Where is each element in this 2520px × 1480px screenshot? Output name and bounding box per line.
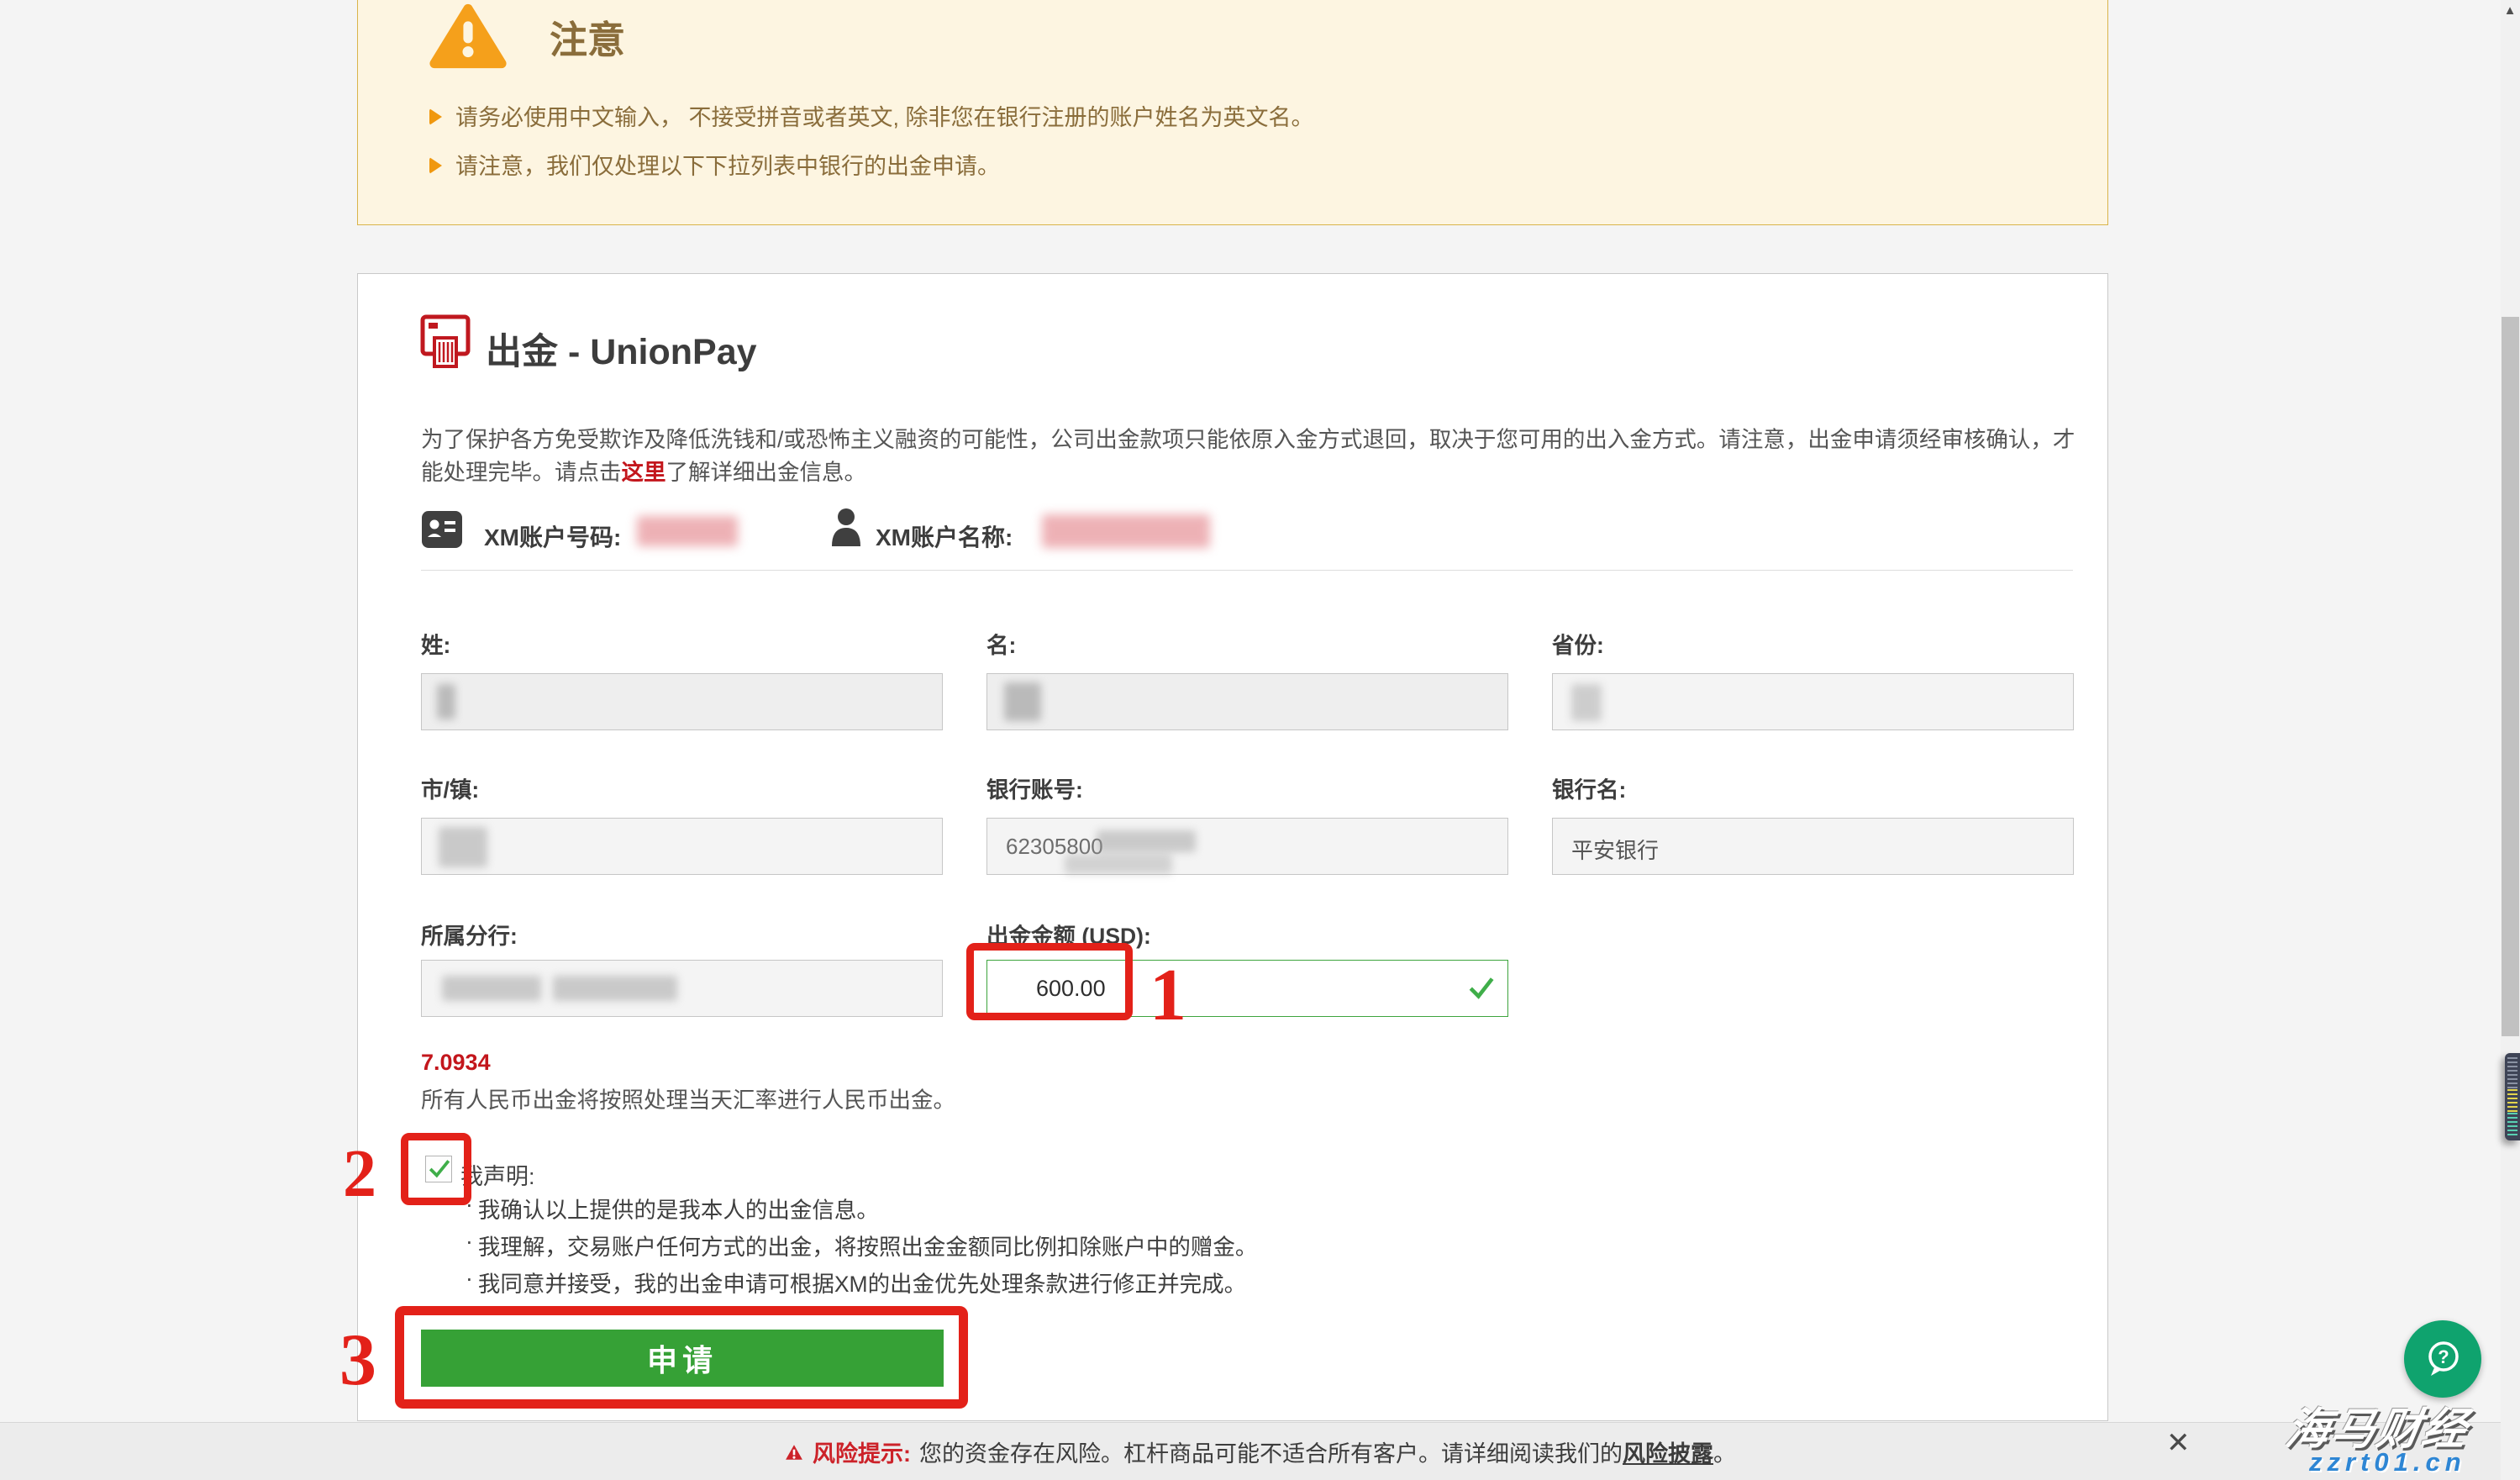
scroll-up-icon[interactable]: ▲ (2502, 3, 2518, 18)
last-name-label: 姓: (421, 627, 450, 660)
notice-bullet-text: 请务必使用中文输入， 不接受拼音或者英文, 除非您在银行注册的账户姓名为英文名。 (455, 103, 1314, 132)
declaration-item-text: 我同意并接受，我的出金申请可根据XM的出金优先处理条款进行修正并完成。 (478, 1266, 1246, 1298)
stripe-gray (2507, 1057, 2517, 1089)
province-field[interactable] (1552, 673, 2074, 730)
scrollbar-thumb[interactable] (2502, 317, 2519, 1036)
province-redacted (1571, 684, 1602, 721)
exchange-rate: 7.0934 (421, 1050, 491, 1076)
intro-paragraph: 为了保护各方免受欺诈及降低洗钱和/或恐怖主义融资的可能性，公司出金款项只能依原入… (421, 424, 2083, 489)
page-title: 出金 - UnionPay (486, 323, 757, 375)
declaration-item-text: 我确认以上提供的是我本人的出金信息。 (478, 1192, 879, 1225)
risk-text: 您的资金存在风险。杠杆商品可能不适合所有客户。请详细阅读我们的风险披露。 (919, 1435, 1736, 1468)
first-name-field[interactable] (986, 673, 1508, 730)
amount-field[interactable]: 600.00 (986, 960, 1508, 1017)
help-button[interactable]: ? (2404, 1320, 2481, 1398)
close-icon[interactable]: ✕ (2166, 1429, 2191, 1457)
account-number-redacted (637, 516, 738, 546)
notice-bullet: 请务必使用中文输入， 不接受拼音或者英文, 除非您在银行注册的账户姓名为英文名。 (429, 103, 2026, 132)
divider (421, 570, 2073, 571)
city-field[interactable] (421, 818, 943, 875)
amount-label: 出金金额 (USD): (986, 918, 1151, 951)
province-label: 省份: (1552, 627, 1604, 660)
details-link[interactable]: 这里 (622, 460, 666, 485)
svg-text:?: ? (2438, 1346, 2449, 1367)
last-name-field[interactable] (421, 673, 943, 730)
arrow-marker-icon (429, 108, 442, 125)
bank-name-label: 银行名: (1552, 772, 1626, 804)
stripe-yellow (2507, 1089, 2517, 1113)
intro-text-tail: 了解详细出金信息。 (666, 460, 867, 485)
id-card-icon (422, 511, 462, 548)
help-bubble-icon: ? (2421, 1337, 2465, 1381)
person-icon (829, 508, 864, 548)
declaration-item: · 我同意并接受，我的出金申请可根据XM的出金优先处理条款进行修正并完成。 (466, 1266, 1246, 1298)
bank-name-field[interactable]: 平安银行 (1552, 818, 2074, 875)
branch-label: 所属分行: (421, 918, 518, 951)
risk-prefix: 风险提示: (813, 1435, 911, 1468)
branch-redacted (553, 976, 677, 1001)
declaration-item: · 我理解，交易账户任何方式的出金，将按照出金金额同比例扣除账户中的赠金。 (466, 1229, 1257, 1261)
risk-warning-icon (784, 1443, 804, 1462)
warning-triangle-icon (427, 3, 509, 70)
bank-name-value: 平安银行 (1571, 834, 1659, 865)
amount-value: 600.00 (1036, 976, 1106, 1002)
bank-account-redacted (1065, 854, 1172, 874)
notice-heading: 注意 (550, 9, 625, 64)
valid-check-icon (1469, 976, 1494, 999)
risk-warning-bar: 风险提示: 您的资金存在风险。杠杆商品可能不适合所有客户。请详细阅读我们的风险披… (0, 1422, 2520, 1480)
bullet-dot: · (466, 1192, 473, 1225)
annotation-number-1: 1 (1150, 953, 1186, 1038)
city-redacted (439, 827, 487, 867)
last-name-redacted (437, 684, 455, 719)
annotation-number-3: 3 (339, 1318, 376, 1403)
withdrawal-bank-icon (420, 314, 471, 371)
declaration-checkbox[interactable] (425, 1156, 452, 1182)
branch-field[interactable] (421, 960, 943, 1017)
risk-text-suffix: 。 (1713, 1441, 1736, 1467)
declaration-label: 我声明: (460, 1158, 535, 1191)
notice-bullet-text: 请注意，我们仅处理以下下拉列表中银行的出金申请。 (455, 152, 1000, 181)
submit-button[interactable]: 申请 (421, 1330, 944, 1387)
notice-bullet: 请注意，我们仅处理以下下拉列表中银行的出金申请。 (429, 152, 2026, 181)
first-name-label: 名: (986, 627, 1016, 660)
declaration-item-text: 我理解，交易账户任何方式的出金，将按照出金金额同比例扣除账户中的赠金。 (478, 1229, 1258, 1261)
arrow-marker-icon (429, 157, 442, 174)
account-name-redacted (1042, 514, 1210, 548)
branch-redacted (442, 976, 541, 1001)
exchange-rate-note: 所有人民币出金将按照处理当天汇率进行人民币出金。 (421, 1082, 955, 1114)
stripe-teal (2507, 1113, 2517, 1138)
city-label: 市/镇: (421, 772, 479, 804)
account-number-label: XM账户号码: (484, 519, 621, 553)
bullet-dot: · (466, 1229, 473, 1261)
risk-disclosure-link[interactable]: 风险披露 (1623, 1441, 1713, 1467)
withdrawal-card: 出金 - UnionPay 为了保护各方免受欺诈及降低洗钱和/或恐怖主义融资的可… (357, 273, 2108, 1421)
first-name-redacted (1004, 682, 1041, 721)
risk-text-body: 您的资金存在风险。杠杆商品可能不适合所有客户。请详细阅读我们的 (919, 1441, 1623, 1467)
checkbox-check-icon (428, 1158, 451, 1180)
annotation-number-2: 2 (343, 1136, 376, 1213)
bullet-dot: · (466, 1266, 473, 1298)
notice-box: 注意 请务必使用中文输入， 不接受拼音或者英文, 除非您在银行注册的账户姓名为英… (357, 0, 2108, 225)
bank-account-label: 银行账号: (986, 772, 1083, 804)
account-name-label: XM账户名称: (876, 519, 1013, 553)
bank-account-field[interactable]: 62305800 (986, 818, 1508, 875)
side-panel-tab[interactable] (2505, 1053, 2520, 1140)
declaration-item: · 我确认以上提供的是我本人的出金信息。 (466, 1192, 879, 1225)
bank-account-redacted (1097, 830, 1196, 852)
